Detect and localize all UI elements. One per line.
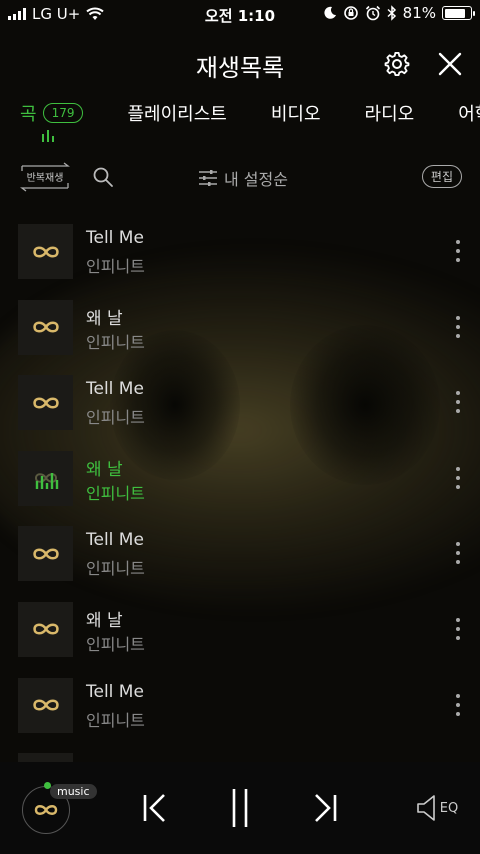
song-row[interactable]: 왜 날인피니트 <box>0 751 480 762</box>
speaker-icon <box>416 795 435 821</box>
song-row[interactable]: 왜 날인피니트 <box>0 298 480 374</box>
battery-percent: 81% <box>402 4 436 22</box>
song-artist: 인피니트 <box>86 483 145 503</box>
song-title: Tell Me <box>86 228 144 248</box>
song-artist: 인피니트 <box>86 332 145 352</box>
battery-icon <box>442 6 475 20</box>
tab-radio[interactable]: 라디오 <box>365 100 415 126</box>
album-thumbnail <box>18 753 73 762</box>
song-row[interactable]: 왜 날인피니트 <box>0 449 480 525</box>
infinity-logo-icon <box>32 623 59 635</box>
album-thumbnail <box>18 526 73 582</box>
tab-video[interactable]: 비디오 <box>271 100 321 126</box>
song-artist: 인피니트 <box>86 559 145 579</box>
tab-songs[interactable]: 곡 179 <box>20 100 84 126</box>
status-bar: LG U+ 오전 1:10 81% <box>0 0 480 28</box>
more-options-button[interactable] <box>454 542 462 565</box>
song-row[interactable]: Tell Me 인피니트 <box>0 676 480 752</box>
more-options-button[interactable] <box>454 315 462 338</box>
pause-button[interactable] <box>222 786 258 830</box>
song-row[interactable]: Tell Me 인피니트 <box>0 524 480 600</box>
song-list: Tell Me 인피니트 왜 날 인피니트 Tell Me 인피니트 왜 날 인피니트 Tell… <box>0 222 480 762</box>
music-badge: music <box>50 784 97 799</box>
song-artist: 인피니트 <box>86 634 145 654</box>
song-count-badge: 179 <box>42 103 84 123</box>
song-title: Tell Me <box>86 379 144 400</box>
close-button[interactable] <box>434 48 466 80</box>
album-thumbnail <box>18 677 73 733</box>
album-thumbnail <box>18 450 73 506</box>
equalizer-button[interactable]: EQ <box>414 792 460 824</box>
previous-button[interactable] <box>138 790 170 826</box>
category-tabs: 곡 179 플레이리스트 비디오 라디오 어학 <box>20 98 480 128</box>
moon-icon <box>324 6 336 19</box>
album-thumbnail <box>18 224 73 279</box>
song-row[interactable]: Tell Me 인피니트 <box>0 222 480 298</box>
repeat-button[interactable]: 반복재생 <box>18 162 72 192</box>
album-thumbnail <box>18 375 73 431</box>
now-playing-tab-indicator <box>42 130 54 142</box>
song-artist: 인피니트 <box>86 408 145 428</box>
search-button[interactable] <box>92 166 114 188</box>
pause-icon <box>232 789 248 827</box>
infinity-logo-icon <box>32 548 59 560</box>
song-row[interactable]: 왜 날인피니트 <box>0 600 480 676</box>
song-title: 왜 날 <box>86 308 123 329</box>
next-icon <box>315 794 337 822</box>
gear-icon <box>384 52 410 76</box>
album-thumbnail <box>18 299 73 355</box>
album-thumbnail <box>18 601 73 657</box>
tab-playlists[interactable]: 플레이리스트 <box>127 100 226 126</box>
tab-songs-label: 곡 <box>20 104 37 125</box>
sliders-icon <box>199 170 217 186</box>
player-bar: music EQ <box>0 762 480 854</box>
settings-button[interactable] <box>381 48 413 80</box>
song-title: Tell Me <box>86 530 144 551</box>
search-icon <box>93 167 113 187</box>
rotation-lock-icon <box>343 6 358 20</box>
infinity-logo-icon <box>32 245 59 258</box>
now-playing-icon <box>34 473 58 490</box>
sort-button[interactable]: 내 설정순 <box>198 166 288 190</box>
infinity-logo-icon <box>32 397 59 409</box>
song-title: 왜 날 <box>86 459 123 480</box>
infinity-logo-icon <box>32 699 59 711</box>
more-options-button[interactable] <box>454 240 462 262</box>
more-options-button[interactable] <box>454 693 462 716</box>
repeat-label: 반복재생 <box>26 173 64 184</box>
infinity-logo-icon <box>34 805 58 815</box>
alarm-icon <box>365 5 380 21</box>
song-title: Tell Me <box>86 681 144 702</box>
sort-label: 내 설정순 <box>224 170 288 189</box>
song-title: 왜 날 <box>86 610 123 631</box>
more-options-button[interactable] <box>454 391 462 414</box>
edit-button[interactable]: 편집 <box>421 165 462 188</box>
tab-language[interactable]: 어학 <box>458 100 480 126</box>
more-options-button[interactable] <box>454 466 462 489</box>
song-artist: 인피니트 <box>86 710 145 730</box>
eq-label: EQ <box>439 800 459 816</box>
song-artist: 인피니트 <box>86 257 145 276</box>
infinity-logo-icon <box>32 321 59 333</box>
close-icon <box>438 52 462 76</box>
previous-icon <box>143 794 165 822</box>
song-row[interactable]: Tell Me 인피니트 <box>0 373 480 449</box>
bluetooth-icon <box>387 5 396 21</box>
next-button[interactable] <box>310 790 342 826</box>
more-options-button[interactable] <box>454 617 462 640</box>
